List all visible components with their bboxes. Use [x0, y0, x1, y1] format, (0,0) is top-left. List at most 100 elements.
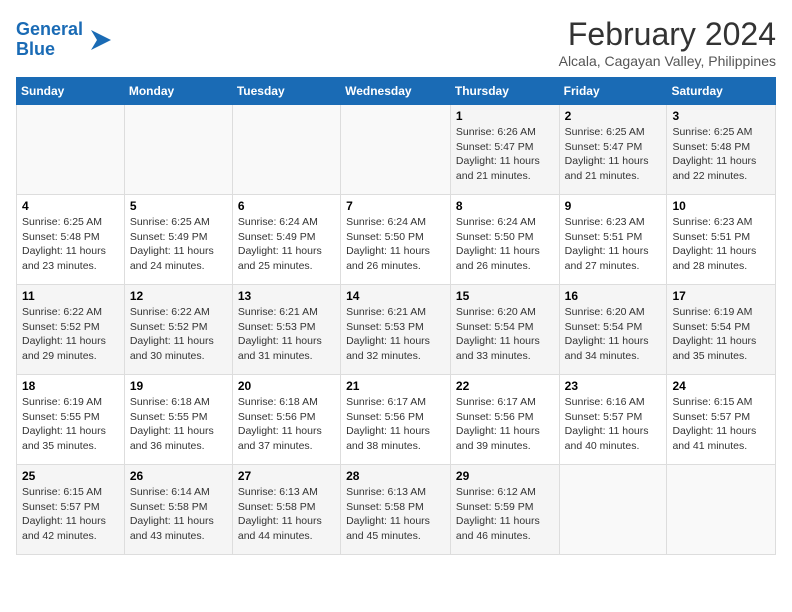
logo-blue-text: Blue [16, 40, 83, 60]
cell-content: Sunrise: 6:21 AM Sunset: 5:53 PM Dayligh… [346, 305, 445, 364]
day-number: 4 [22, 199, 119, 213]
calendar-cell: 2 Sunrise: 6:25 AM Sunset: 5:47 PM Daylig… [559, 105, 667, 195]
day-number: 16 [565, 289, 662, 303]
day-number: 3 [672, 109, 770, 123]
cell-content: Sunrise: 6:23 AM Sunset: 5:51 PM Dayligh… [672, 215, 770, 274]
calendar-cell: 20 Sunrise: 6:18 AM Sunset: 5:56 PM Dayli… [232, 375, 340, 465]
calendar-cell: 9 Sunrise: 6:23 AM Sunset: 5:51 PM Daylig… [559, 195, 667, 285]
calendar-cell: 17Sunrise: 6:19 AM Sunset: 5:54 PM Dayli… [667, 285, 776, 375]
week-row-2: 4 Sunrise: 6:25 AM Sunset: 5:48 PM Daylig… [17, 195, 776, 285]
day-number: 20 [238, 379, 335, 393]
calendar-cell: 1Sunrise: 6:26 AM Sunset: 5:47 PM Daylig… [450, 105, 559, 195]
cell-content: Sunrise: 6:13 AM Sunset: 5:58 PM Dayligh… [346, 485, 445, 544]
location-subtitle: Alcala, Cagayan Valley, Philippines [559, 53, 776, 69]
calendar-cell: 8 Sunrise: 6:24 AM Sunset: 5:50 PM Daylig… [450, 195, 559, 285]
day-number: 11 [22, 289, 119, 303]
day-number: 23 [565, 379, 662, 393]
col-header-thursday: Thursday [450, 78, 559, 105]
cell-content: Sunrise: 6:25 AM Sunset: 5:47 PM Dayligh… [565, 125, 662, 184]
col-header-friday: Friday [559, 78, 667, 105]
header-row: SundayMondayTuesdayWednesdayThursdayFrid… [17, 78, 776, 105]
cell-content: Sunrise: 6:25 AM Sunset: 5:48 PM Dayligh… [22, 215, 119, 274]
calendar-cell: 29Sunrise: 6:12 AM Sunset: 5:59 PM Dayli… [450, 465, 559, 555]
day-number: 21 [346, 379, 445, 393]
day-number: 9 [565, 199, 662, 213]
calendar-cell: 16 Sunrise: 6:20 AM Sunset: 5:54 PM Dayli… [559, 285, 667, 375]
cell-content: Sunrise: 6:12 AM Sunset: 5:59 PM Dayligh… [456, 485, 554, 544]
day-number: 22 [456, 379, 554, 393]
week-row-4: 18 Sunrise: 6:19 AM Sunset: 5:55 PM Dayli… [17, 375, 776, 465]
day-number: 18 [22, 379, 119, 393]
day-number: 10 [672, 199, 770, 213]
calendar-body: 1Sunrise: 6:26 AM Sunset: 5:47 PM Daylig… [17, 105, 776, 555]
calendar-cell [667, 465, 776, 555]
calendar-cell: 21 Sunrise: 6:17 AM Sunset: 5:56 PM Dayli… [341, 375, 451, 465]
logo-text: General [16, 20, 83, 40]
logo-icon [87, 26, 115, 54]
col-header-saturday: Saturday [667, 78, 776, 105]
day-number: 25 [22, 469, 119, 483]
day-number: 2 [565, 109, 662, 123]
col-header-tuesday: Tuesday [232, 78, 340, 105]
cell-content: Sunrise: 6:15 AM Sunset: 5:57 PM Dayligh… [22, 485, 119, 544]
cell-content: Sunrise: 6:22 AM Sunset: 5:52 PM Dayligh… [130, 305, 227, 364]
calendar-cell: 15 Sunrise: 6:20 AM Sunset: 5:54 PM Dayli… [450, 285, 559, 375]
day-number: 7 [346, 199, 445, 213]
day-number: 13 [238, 289, 335, 303]
calendar-cell [124, 105, 232, 195]
col-header-sunday: Sunday [17, 78, 125, 105]
week-row-1: 1Sunrise: 6:26 AM Sunset: 5:47 PM Daylig… [17, 105, 776, 195]
calendar-cell: 7Sunrise: 6:24 AM Sunset: 5:50 PM Daylig… [341, 195, 451, 285]
day-number: 1 [456, 109, 554, 123]
calendar-table: SundayMondayTuesdayWednesdayThursdayFrid… [16, 77, 776, 555]
calendar-cell: 22 Sunrise: 6:17 AM Sunset: 5:56 PM Dayli… [450, 375, 559, 465]
day-number: 28 [346, 469, 445, 483]
day-number: 15 [456, 289, 554, 303]
cell-content: Sunrise: 6:15 AM Sunset: 5:57 PM Dayligh… [672, 395, 770, 454]
calendar-cell [232, 105, 340, 195]
header: General Blue February 2024 Alcala, Cagay… [16, 16, 776, 69]
calendar-cell: 25 Sunrise: 6:15 AM Sunset: 5:57 PM Dayli… [17, 465, 125, 555]
cell-content: Sunrise: 6:23 AM Sunset: 5:51 PM Dayligh… [565, 215, 662, 274]
calendar-cell: 19 Sunrise: 6:18 AM Sunset: 5:55 PM Dayli… [124, 375, 232, 465]
calendar-header: SundayMondayTuesdayWednesdayThursdayFrid… [17, 78, 776, 105]
cell-content: Sunrise: 6:13 AM Sunset: 5:58 PM Dayligh… [238, 485, 335, 544]
cell-content: Sunrise: 6:25 AM Sunset: 5:48 PM Dayligh… [672, 125, 770, 184]
calendar-cell: 23 Sunrise: 6:16 AM Sunset: 5:57 PM Dayli… [559, 375, 667, 465]
col-header-monday: Monday [124, 78, 232, 105]
calendar-cell: 27 Sunrise: 6:13 AM Sunset: 5:58 PM Dayli… [232, 465, 340, 555]
day-number: 8 [456, 199, 554, 213]
calendar-cell: 12Sunrise: 6:22 AM Sunset: 5:52 PM Dayli… [124, 285, 232, 375]
cell-content: Sunrise: 6:17 AM Sunset: 5:56 PM Dayligh… [456, 395, 554, 454]
day-number: 5 [130, 199, 227, 213]
calendar-cell: 28 Sunrise: 6:13 AM Sunset: 5:58 PM Dayli… [341, 465, 451, 555]
cell-content: Sunrise: 6:22 AM Sunset: 5:52 PM Dayligh… [22, 305, 119, 364]
cell-content: Sunrise: 6:17 AM Sunset: 5:56 PM Dayligh… [346, 395, 445, 454]
day-number: 17 [672, 289, 770, 303]
cell-content: Sunrise: 6:16 AM Sunset: 5:57 PM Dayligh… [565, 395, 662, 454]
cell-content: Sunrise: 6:14 AM Sunset: 5:58 PM Dayligh… [130, 485, 227, 544]
cell-content: Sunrise: 6:19 AM Sunset: 5:55 PM Dayligh… [22, 395, 119, 454]
month-year-title: February 2024 [559, 16, 776, 53]
day-number: 27 [238, 469, 335, 483]
calendar-cell: 5Sunrise: 6:25 AM Sunset: 5:49 PM Daylig… [124, 195, 232, 285]
calendar-cell: 18 Sunrise: 6:19 AM Sunset: 5:55 PM Dayli… [17, 375, 125, 465]
cell-content: Sunrise: 6:20 AM Sunset: 5:54 PM Dayligh… [565, 305, 662, 364]
calendar-cell: 26 Sunrise: 6:14 AM Sunset: 5:58 PM Dayli… [124, 465, 232, 555]
day-number: 24 [672, 379, 770, 393]
cell-content: Sunrise: 6:18 AM Sunset: 5:56 PM Dayligh… [238, 395, 335, 454]
title-area: February 2024 Alcala, Cagayan Valley, Ph… [559, 16, 776, 69]
cell-content: Sunrise: 6:20 AM Sunset: 5:54 PM Dayligh… [456, 305, 554, 364]
day-number: 19 [130, 379, 227, 393]
calendar-cell: 24 Sunrise: 6:15 AM Sunset: 5:57 PM Dayli… [667, 375, 776, 465]
day-number: 6 [238, 199, 335, 213]
cell-content: Sunrise: 6:18 AM Sunset: 5:55 PM Dayligh… [130, 395, 227, 454]
day-number: 14 [346, 289, 445, 303]
week-row-3: 11 Sunrise: 6:22 AM Sunset: 5:52 PM Dayli… [17, 285, 776, 375]
day-number: 26 [130, 469, 227, 483]
calendar-cell [17, 105, 125, 195]
calendar-cell: 4 Sunrise: 6:25 AM Sunset: 5:48 PM Daylig… [17, 195, 125, 285]
calendar-cell: 14 Sunrise: 6:21 AM Sunset: 5:53 PM Dayli… [341, 285, 451, 375]
calendar-cell: 11 Sunrise: 6:22 AM Sunset: 5:52 PM Dayli… [17, 285, 125, 375]
cell-content: Sunrise: 6:24 AM Sunset: 5:50 PM Dayligh… [456, 215, 554, 274]
